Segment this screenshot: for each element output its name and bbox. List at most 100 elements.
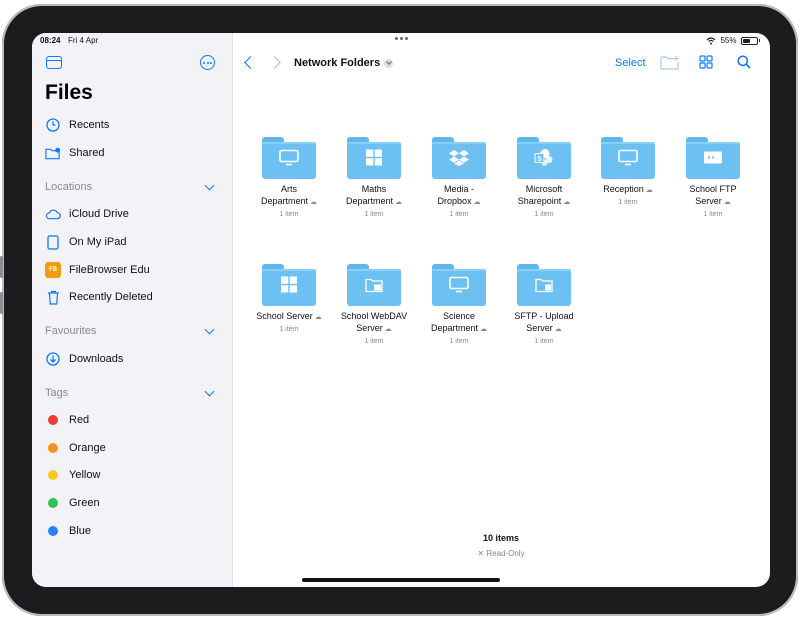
- tags-section-header[interactable]: Tags: [45, 386, 217, 399]
- monitor-icon: [618, 149, 638, 171]
- tag-color-dot: [48, 443, 58, 453]
- read-only-label: ✕ Read-Only: [477, 549, 525, 558]
- cloud-download-icon[interactable]: ☁: [563, 197, 570, 209]
- cloud-download-icon[interactable]: ☁: [480, 324, 487, 336]
- cloud-download-icon[interactable]: ☁: [310, 197, 317, 209]
- sidebar-item-recently-deleted[interactable]: Recently Deleted: [45, 287, 153, 307]
- cloud-download-icon[interactable]: ☁: [555, 324, 562, 336]
- sidebar-item-label: FileBrowser Edu: [69, 264, 150, 276]
- sidebar-item-tag-orange[interactable]: Orange: [45, 438, 106, 458]
- folder-name: Maths Department ☁: [332, 183, 416, 209]
- folder-item[interactable]: School WebDAV Server ☁ 1 item: [332, 264, 416, 345]
- folder-item[interactable]: Reception ☁ 1 item: [586, 137, 670, 206]
- sharepoint-icon: S: [534, 149, 554, 172]
- select-button[interactable]: Select: [615, 57, 646, 69]
- folder-item-count: 1 item: [279, 326, 299, 333]
- folder-item[interactable]: Arts Department ☁ 1 item: [247, 137, 331, 218]
- status-time: 08:24: [40, 36, 61, 45]
- folder-name: Reception ☁: [586, 183, 670, 197]
- monitor-icon: [279, 149, 299, 171]
- sidebar-item-label: Red: [69, 414, 90, 426]
- item-count: 10 items: [482, 533, 520, 543]
- windows-icon: [281, 276, 297, 298]
- folder-item[interactable]: Maths Department ☁ 1 item: [332, 137, 416, 218]
- sidebar-toggle-icon[interactable]: [46, 56, 62, 69]
- download-icon: [45, 351, 61, 367]
- location-title-menu[interactable]: Network Folders: [294, 57, 394, 69]
- read-only-icon: ✕: [477, 549, 485, 558]
- favourites-section-header[interactable]: Favourites: [45, 324, 217, 337]
- sidebar-item-shared[interactable]: Shared: [45, 143, 104, 163]
- chevron-down-icon: [384, 58, 394, 68]
- folder-item-count: 1 item: [449, 211, 469, 218]
- sidebar-item-label: Blue: [69, 525, 92, 537]
- sidebar: Files Recents Shared Locations iCloud Dr…: [32, 33, 233, 587]
- sidebar-item-on-my-ipad[interactable]: On My iPad: [45, 232, 126, 252]
- cloud-download-icon[interactable]: ☁: [315, 312, 322, 324]
- monitor-icon: [449, 276, 469, 298]
- tag-color-dot: [48, 415, 58, 425]
- folder-item[interactable]: S Microsoft Sharepoint ☁ 1 item: [502, 137, 586, 218]
- folder-item-count: 1 item: [279, 211, 299, 218]
- folder-icon: [517, 264, 571, 306]
- folder-icon: [601, 137, 655, 179]
- folder-item-count: 1 item: [364, 338, 384, 345]
- more-options-icon[interactable]: [200, 55, 215, 70]
- battery-icon: [740, 36, 758, 45]
- forward-chevron-icon[interactable]: [268, 56, 281, 69]
- back-chevron-icon[interactable]: [244, 56, 257, 69]
- folder-item[interactable]: Science Department ☁ 1 item: [417, 264, 501, 345]
- webdav-icon: [365, 277, 383, 298]
- sftp-icon: [535, 277, 553, 298]
- sidebar-item-filebrowser-edu[interactable]: FB FileBrowser Edu: [45, 260, 150, 280]
- folder-icon: [432, 264, 486, 306]
- sidebar-item-label: Recents: [69, 119, 110, 131]
- sidebar-item-tag-green[interactable]: Green: [45, 493, 100, 513]
- locations-section-header[interactable]: Locations: [45, 180, 217, 193]
- chevron-down-icon: [204, 324, 215, 335]
- sidebar-item-label: Recently Deleted: [69, 291, 153, 303]
- status-bar: 08:24 Fri 4 Apr 55%: [32, 33, 770, 49]
- wifi-icon: [707, 36, 716, 45]
- dropbox-icon: [449, 149, 469, 171]
- chevron-down-icon: [204, 386, 215, 397]
- sidebar-item-tag-red[interactable]: Red: [45, 410, 89, 430]
- home-indicator[interactable]: [302, 578, 500, 582]
- sidebar-item-tag-yellow[interactable]: Yellow: [45, 465, 100, 485]
- view-options-icon[interactable]: [699, 55, 713, 69]
- folder-icon: S: [517, 137, 571, 179]
- folder-icon: [347, 264, 401, 306]
- cloud-download-icon[interactable]: ☁: [385, 324, 392, 336]
- shared-folder-icon: [45, 145, 61, 161]
- toolbar: Network Folders Select: [232, 47, 770, 79]
- cloud-download-icon[interactable]: ☁: [724, 197, 731, 209]
- new-folder-icon[interactable]: [660, 55, 680, 70]
- sidebar-item-icloud-drive[interactable]: iCloud Drive: [45, 204, 129, 224]
- folder-name: Science Department ☁: [417, 310, 501, 336]
- sidebar-item-label: iCloud Drive: [69, 208, 129, 220]
- folder-item[interactable]: School FTP Server ☁ 1 item: [671, 137, 755, 218]
- search-icon[interactable]: [737, 55, 751, 69]
- cloud-download-icon[interactable]: ☁: [474, 197, 481, 209]
- tag-color-dot: [48, 526, 58, 536]
- sidebar-item-label: On My iPad: [69, 236, 127, 248]
- sidebar-item-downloads[interactable]: Downloads: [45, 349, 123, 369]
- sidebar-item-label: Orange: [69, 442, 106, 454]
- cloud-download-icon[interactable]: ☁: [395, 197, 402, 209]
- sidebar-item-recents[interactable]: Recents: [45, 115, 109, 135]
- battery-percent: 55%: [720, 36, 737, 45]
- folder-item[interactable]: Media - Dropbox ☁ 1 item: [417, 137, 501, 218]
- folder-item[interactable]: SFTP - Upload Server ☁ 1 item: [502, 264, 586, 345]
- side-button: [0, 292, 3, 314]
- sidebar-item-label: Downloads: [69, 353, 124, 365]
- folder-name: Microsoft Sharepoint ☁: [502, 183, 586, 209]
- clock-icon: [45, 117, 61, 133]
- folder-icon: [347, 137, 401, 179]
- cloud-download-icon[interactable]: ☁: [646, 185, 653, 197]
- tag-color-dot: [48, 498, 58, 508]
- folder-item[interactable]: School Server ☁ 1 item: [247, 264, 331, 333]
- sidebar-item-label: Yellow: [69, 469, 101, 481]
- sidebar-item-tag-blue[interactable]: Blue: [45, 521, 91, 541]
- folder-name: Arts Department ☁: [247, 183, 331, 209]
- folder-item-count: 1 item: [703, 211, 723, 218]
